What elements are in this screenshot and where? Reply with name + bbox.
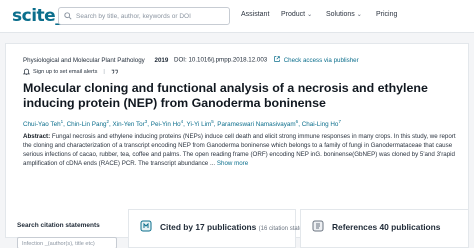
chevron-down-icon: ⌄ — [356, 12, 362, 18]
author-link[interactable]: Yi-Yi Lim5 — [187, 119, 214, 128]
nav-product-label: Product — [281, 11, 306, 18]
journal-name[interactable]: Physiological and Molecular Plant Pathol… — [23, 57, 145, 64]
author-link[interactable]: Chai-Ling Ho7 — [302, 119, 341, 128]
doi[interactable]: DOI: 10.1016/j.pmpp.2018.12.003 — [174, 57, 267, 64]
nav-pricing-label: Pricing — [376, 11, 398, 18]
chevron-down-icon: ⌄ — [307, 12, 313, 18]
scite-logo[interactable]: scite_ — [12, 6, 64, 26]
author-list: Chui-Yao Teh1, Chin-Lin Pang2, Xin-Yen T… — [23, 119, 341, 129]
references-label: References 40 publications — [332, 222, 441, 232]
cited-by-label: Cited by 17 publications (16 citation st… — [160, 222, 322, 232]
abstract: Abstract: Fungal necrosis and ethylene i… — [23, 132, 463, 168]
separator: | — [103, 68, 105, 75]
author-link[interactable]: Pei-Yin Ho4 — [151, 119, 183, 128]
paper-meta: Physiological and Molecular Plant Pathol… — [23, 56, 359, 64]
email-alerts-link[interactable]: Sign up to set email alerts — [33, 69, 97, 75]
author-link[interactable]: Chui-Yao Teh1 — [23, 119, 63, 128]
citation-search-input[interactable]: Infection _(author(s), title etc) — [17, 237, 117, 248]
cited-by-icon — [140, 220, 152, 232]
tab-cited-by[interactable]: Cited by 17 publications (16 citation st… — [128, 209, 321, 248]
author-link[interactable]: Chin-Lin Pang2 — [67, 119, 109, 128]
nav-assistant-label: Assistant — [241, 11, 270, 18]
nav-assistant[interactable]: Assistant — [241, 11, 269, 18]
publication-year: 2019 — [154, 56, 169, 64]
nav-solutions-label: Solutions — [326, 11, 355, 18]
search-input[interactable] — [76, 8, 226, 24]
abstract-label: Abstract: — [23, 133, 51, 140]
show-more-link[interactable]: Show more — [217, 160, 248, 167]
external-link-icon — [274, 56, 280, 62]
search-icon — [64, 12, 72, 20]
author-link[interactable]: Xin-Yen Tor3 — [113, 119, 148, 128]
quote-icon — [111, 69, 118, 74]
search-box[interactable] — [58, 7, 230, 25]
nav-solutions[interactable]: Solutions ⌄ — [326, 11, 362, 18]
top-navbar: scite_ Assistant Product ⌄ Solutions ⌄ P… — [0, 0, 474, 33]
search-citations-label: Search citation statements — [17, 222, 100, 229]
publisher-access-link[interactable]: Check access via publisher — [284, 57, 359, 64]
paper-title: Molecular cloning and functional analysi… — [23, 81, 428, 110]
nav-product[interactable]: Product ⌄ — [281, 11, 312, 18]
tab-references[interactable]: References 40 publications — [300, 209, 469, 248]
nav-pricing[interactable]: Pricing — [376, 11, 397, 18]
alert-row: Sign up to set email alerts | — [23, 68, 118, 75]
references-icon — [312, 220, 324, 232]
bell-icon — [23, 68, 30, 75]
author-link[interactable]: Parameswari Namasivayam6 — [217, 119, 298, 128]
